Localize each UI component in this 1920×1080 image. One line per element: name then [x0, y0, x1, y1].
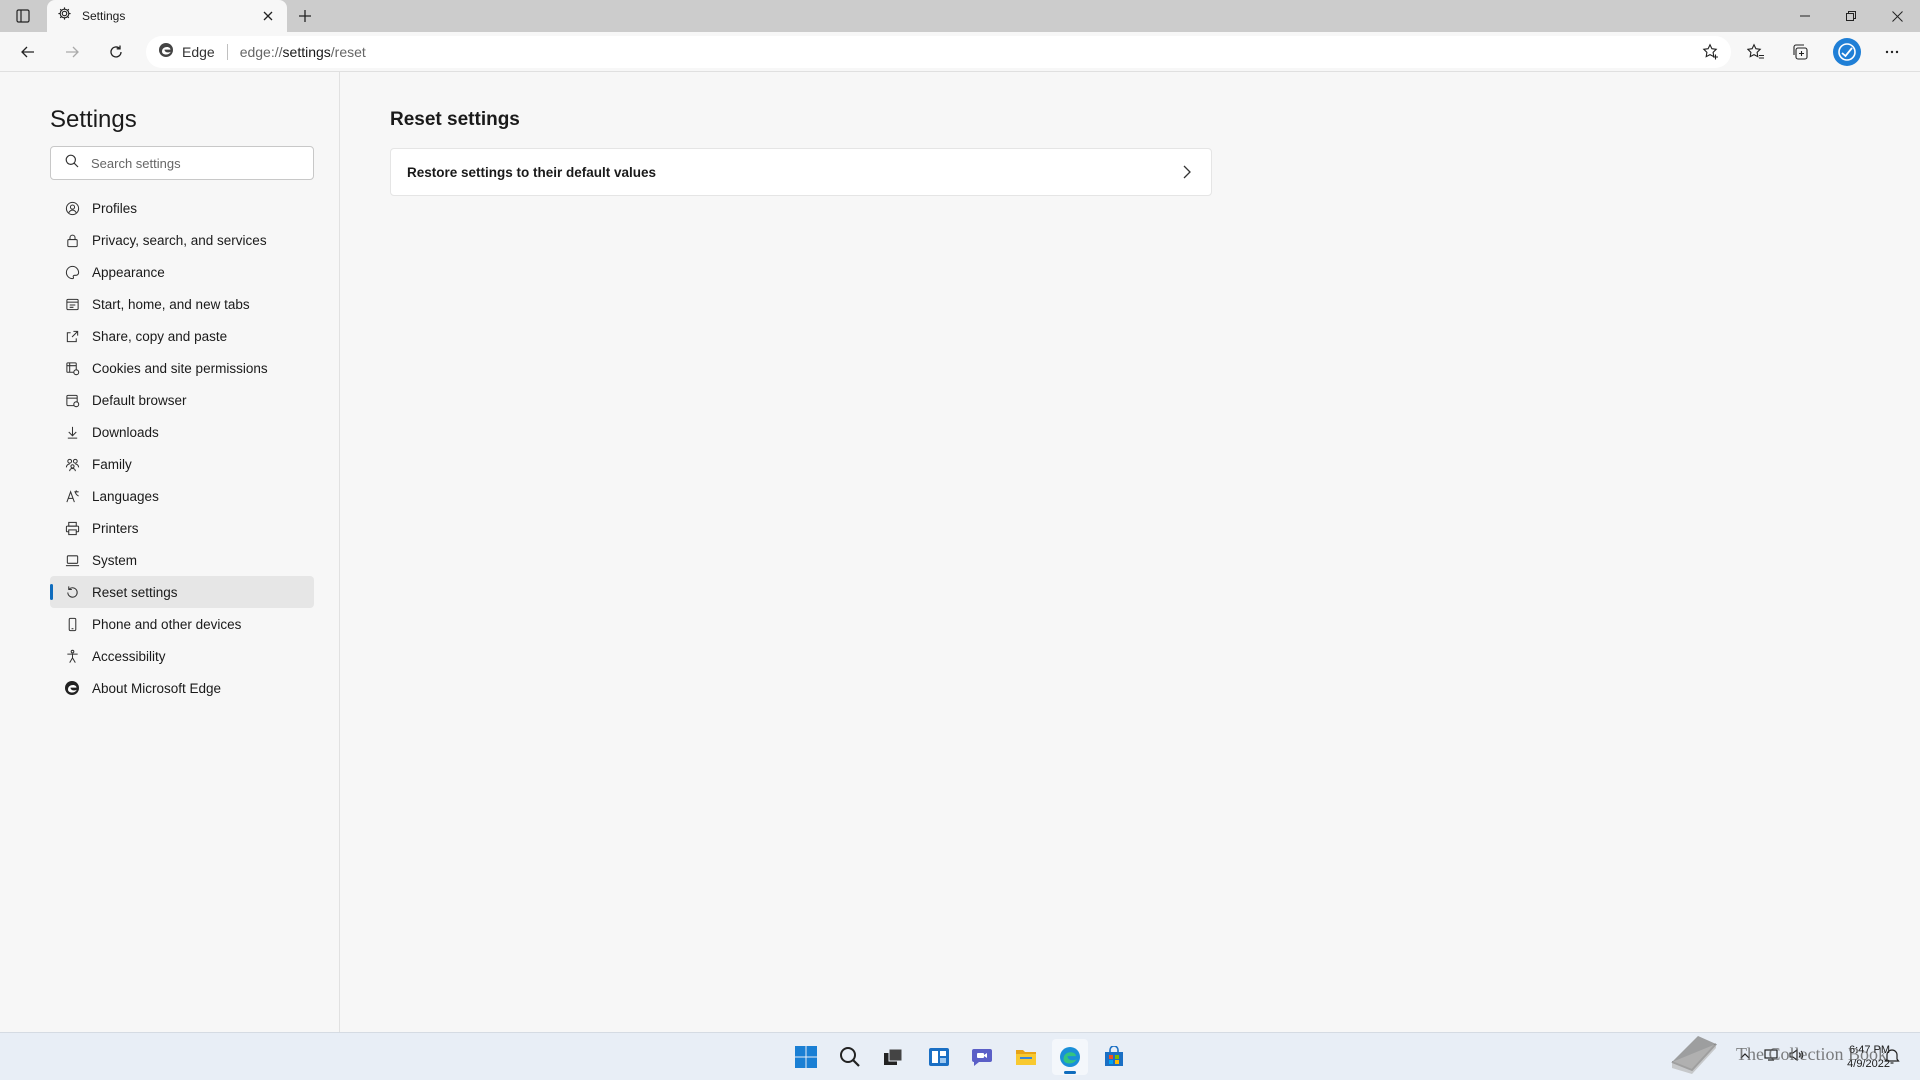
phone-icon: [64, 616, 80, 632]
search-box[interactable]: [50, 146, 314, 180]
url-prefix: edge://: [239, 44, 283, 60]
sidebar-item-label: About Microsoft Edge: [92, 680, 222, 696]
close-window-button[interactable]: [1874, 0, 1920, 32]
sidebar-item-system[interactable]: System: [50, 544, 314, 576]
sidebar-item-label: Downloads: [92, 424, 159, 440]
store-icon[interactable]: [1096, 1039, 1132, 1075]
settings-main: Reset settings Restore settings to their…: [341, 72, 1920, 1032]
sidebar-item-appearance[interactable]: Appearance: [50, 256, 314, 288]
forward-button[interactable]: [58, 38, 86, 66]
system-icon: [64, 552, 80, 568]
browser-toolbar: Edge edge://settings/reset: [0, 32, 1920, 72]
sidebar-item-label: Cookies and site permissions: [92, 360, 268, 376]
sidebar-item-label: Family: [92, 456, 132, 472]
minimize-button[interactable]: [1782, 0, 1828, 32]
favorites-icon[interactable]: [1742, 38, 1770, 66]
book-icon: [1668, 1030, 1720, 1079]
sidebar-item-family[interactable]: Family: [50, 448, 314, 480]
sidebar-item-privacy[interactable]: Privacy, search, and services: [50, 224, 314, 256]
cookies-icon: [64, 360, 80, 376]
task-view-icon[interactable]: [875, 1039, 911, 1075]
sidebar-item-label: Privacy, search, and services: [92, 232, 267, 248]
widgets-icon[interactable]: [921, 1039, 957, 1075]
profile-icon: [64, 200, 80, 216]
tab-settings[interactable]: Settings: [47, 0, 287, 32]
sidebar-item-label: Profiles: [92, 200, 138, 216]
browser-icon: [64, 392, 80, 408]
languages-icon: [64, 488, 80, 504]
sidebar-item-label: Accessibility: [92, 648, 166, 664]
edge-logo-icon: [158, 42, 174, 63]
title-bar: Settings: [0, 0, 1920, 32]
sidebar-item-label: Phone and other devices: [92, 616, 242, 632]
palette-icon: [64, 264, 80, 280]
watermark-text: The Collection Book: [1736, 1043, 1887, 1064]
sidebar-item-label: Start, home, and new tabs: [92, 296, 250, 312]
close-tab-icon[interactable]: [259, 7, 277, 25]
address-bar[interactable]: Edge edge://settings/reset: [146, 36, 1731, 68]
back-button[interactable]: [14, 38, 42, 66]
collections-icon[interactable]: [1786, 38, 1814, 66]
search-icon: [65, 154, 79, 173]
refresh-button[interactable]: [102, 38, 130, 66]
sidebar-item-downloads[interactable]: Downloads: [50, 416, 314, 448]
watermark: The Collection Book: [1668, 1030, 1908, 1078]
url-path: /reset: [330, 44, 366, 60]
sidebar-item-label: Printers: [92, 520, 139, 536]
reset-icon: [64, 584, 80, 600]
lock-icon: [64, 232, 80, 248]
restore-button[interactable]: [1828, 0, 1874, 32]
printer-icon: [64, 520, 80, 536]
page-title: Reset settings: [390, 109, 520, 130]
restore-defaults-button[interactable]: Restore settings to their default values: [390, 148, 1212, 196]
address-separator: [226, 44, 228, 60]
sidebar-item-label: System: [92, 552, 138, 568]
profile-avatar[interactable]: [1833, 38, 1861, 66]
sidebar-item-reset-settings[interactable]: Reset settings: [50, 576, 314, 608]
sidebar-item-about-edge[interactable]: About Microsoft Edge: [50, 672, 314, 704]
sidebar-item-cookies[interactable]: Cookies and site permissions: [50, 352, 314, 384]
sidebar-item-label: Languages: [92, 488, 159, 504]
sidebar-item-label: Reset settings: [92, 584, 178, 600]
sidebar-item-accessibility[interactable]: Accessibility: [50, 640, 314, 672]
file-explorer-icon[interactable]: [1008, 1039, 1044, 1075]
start-button[interactable]: [788, 1039, 824, 1075]
sidebar-item-share-copy[interactable]: Share, copy and paste: [50, 320, 314, 352]
sidebar-item-profiles[interactable]: Profiles: [50, 192, 314, 224]
sidebar-item-label: Default browser: [92, 392, 187, 408]
search-input[interactable]: [91, 155, 291, 171]
sidebar-item-label: Appearance: [92, 264, 165, 280]
address-url[interactable]: edge://settings/reset: [240, 44, 366, 60]
sidebar-item-printers[interactable]: Printers: [50, 512, 314, 544]
sidebar-item-start-home[interactable]: Start, home, and new tabs: [50, 288, 314, 320]
url-host: settings: [282, 44, 331, 60]
more-options-icon[interactable]: [1878, 38, 1906, 66]
accessibility-icon: [64, 648, 80, 664]
taskbar: 6:47 PM 4/9/2022: [0, 1032, 1920, 1080]
edge-icon: [64, 680, 80, 696]
tab-actions-icon[interactable]: [12, 6, 34, 26]
family-icon: [64, 456, 80, 472]
download-icon: [64, 424, 80, 440]
restore-defaults-label: Restore settings to their default values: [407, 164, 657, 180]
sidebar-title: Settings: [50, 106, 137, 133]
share-icon: [64, 328, 80, 344]
search-taskbar-icon[interactable]: [832, 1039, 868, 1075]
address-site-label: Edge: [182, 44, 215, 60]
sidebar-item-label: Share, copy and paste: [92, 328, 228, 344]
sidebar-item-phone-devices[interactable]: Phone and other devices: [50, 608, 314, 640]
tab-title: Settings: [82, 9, 126, 23]
settings-nav: Profiles Privacy, search, and services A…: [50, 192, 314, 704]
chevron-right-icon: [1179, 164, 1195, 180]
sidebar-item-default-browser[interactable]: Default browser: [50, 384, 314, 416]
gear-icon: [57, 6, 72, 26]
edge-taskbar-icon[interactable]: [1052, 1039, 1088, 1075]
chat-icon[interactable]: [964, 1039, 1000, 1075]
new-tab-button[interactable]: [294, 5, 316, 27]
settings-sidebar: Settings Profiles Privacy, search, and s…: [0, 72, 340, 1032]
home-tabs-icon: [64, 296, 80, 312]
sidebar-item-languages[interactable]: Languages: [50, 480, 314, 512]
add-favorite-icon[interactable]: [1699, 40, 1723, 64]
